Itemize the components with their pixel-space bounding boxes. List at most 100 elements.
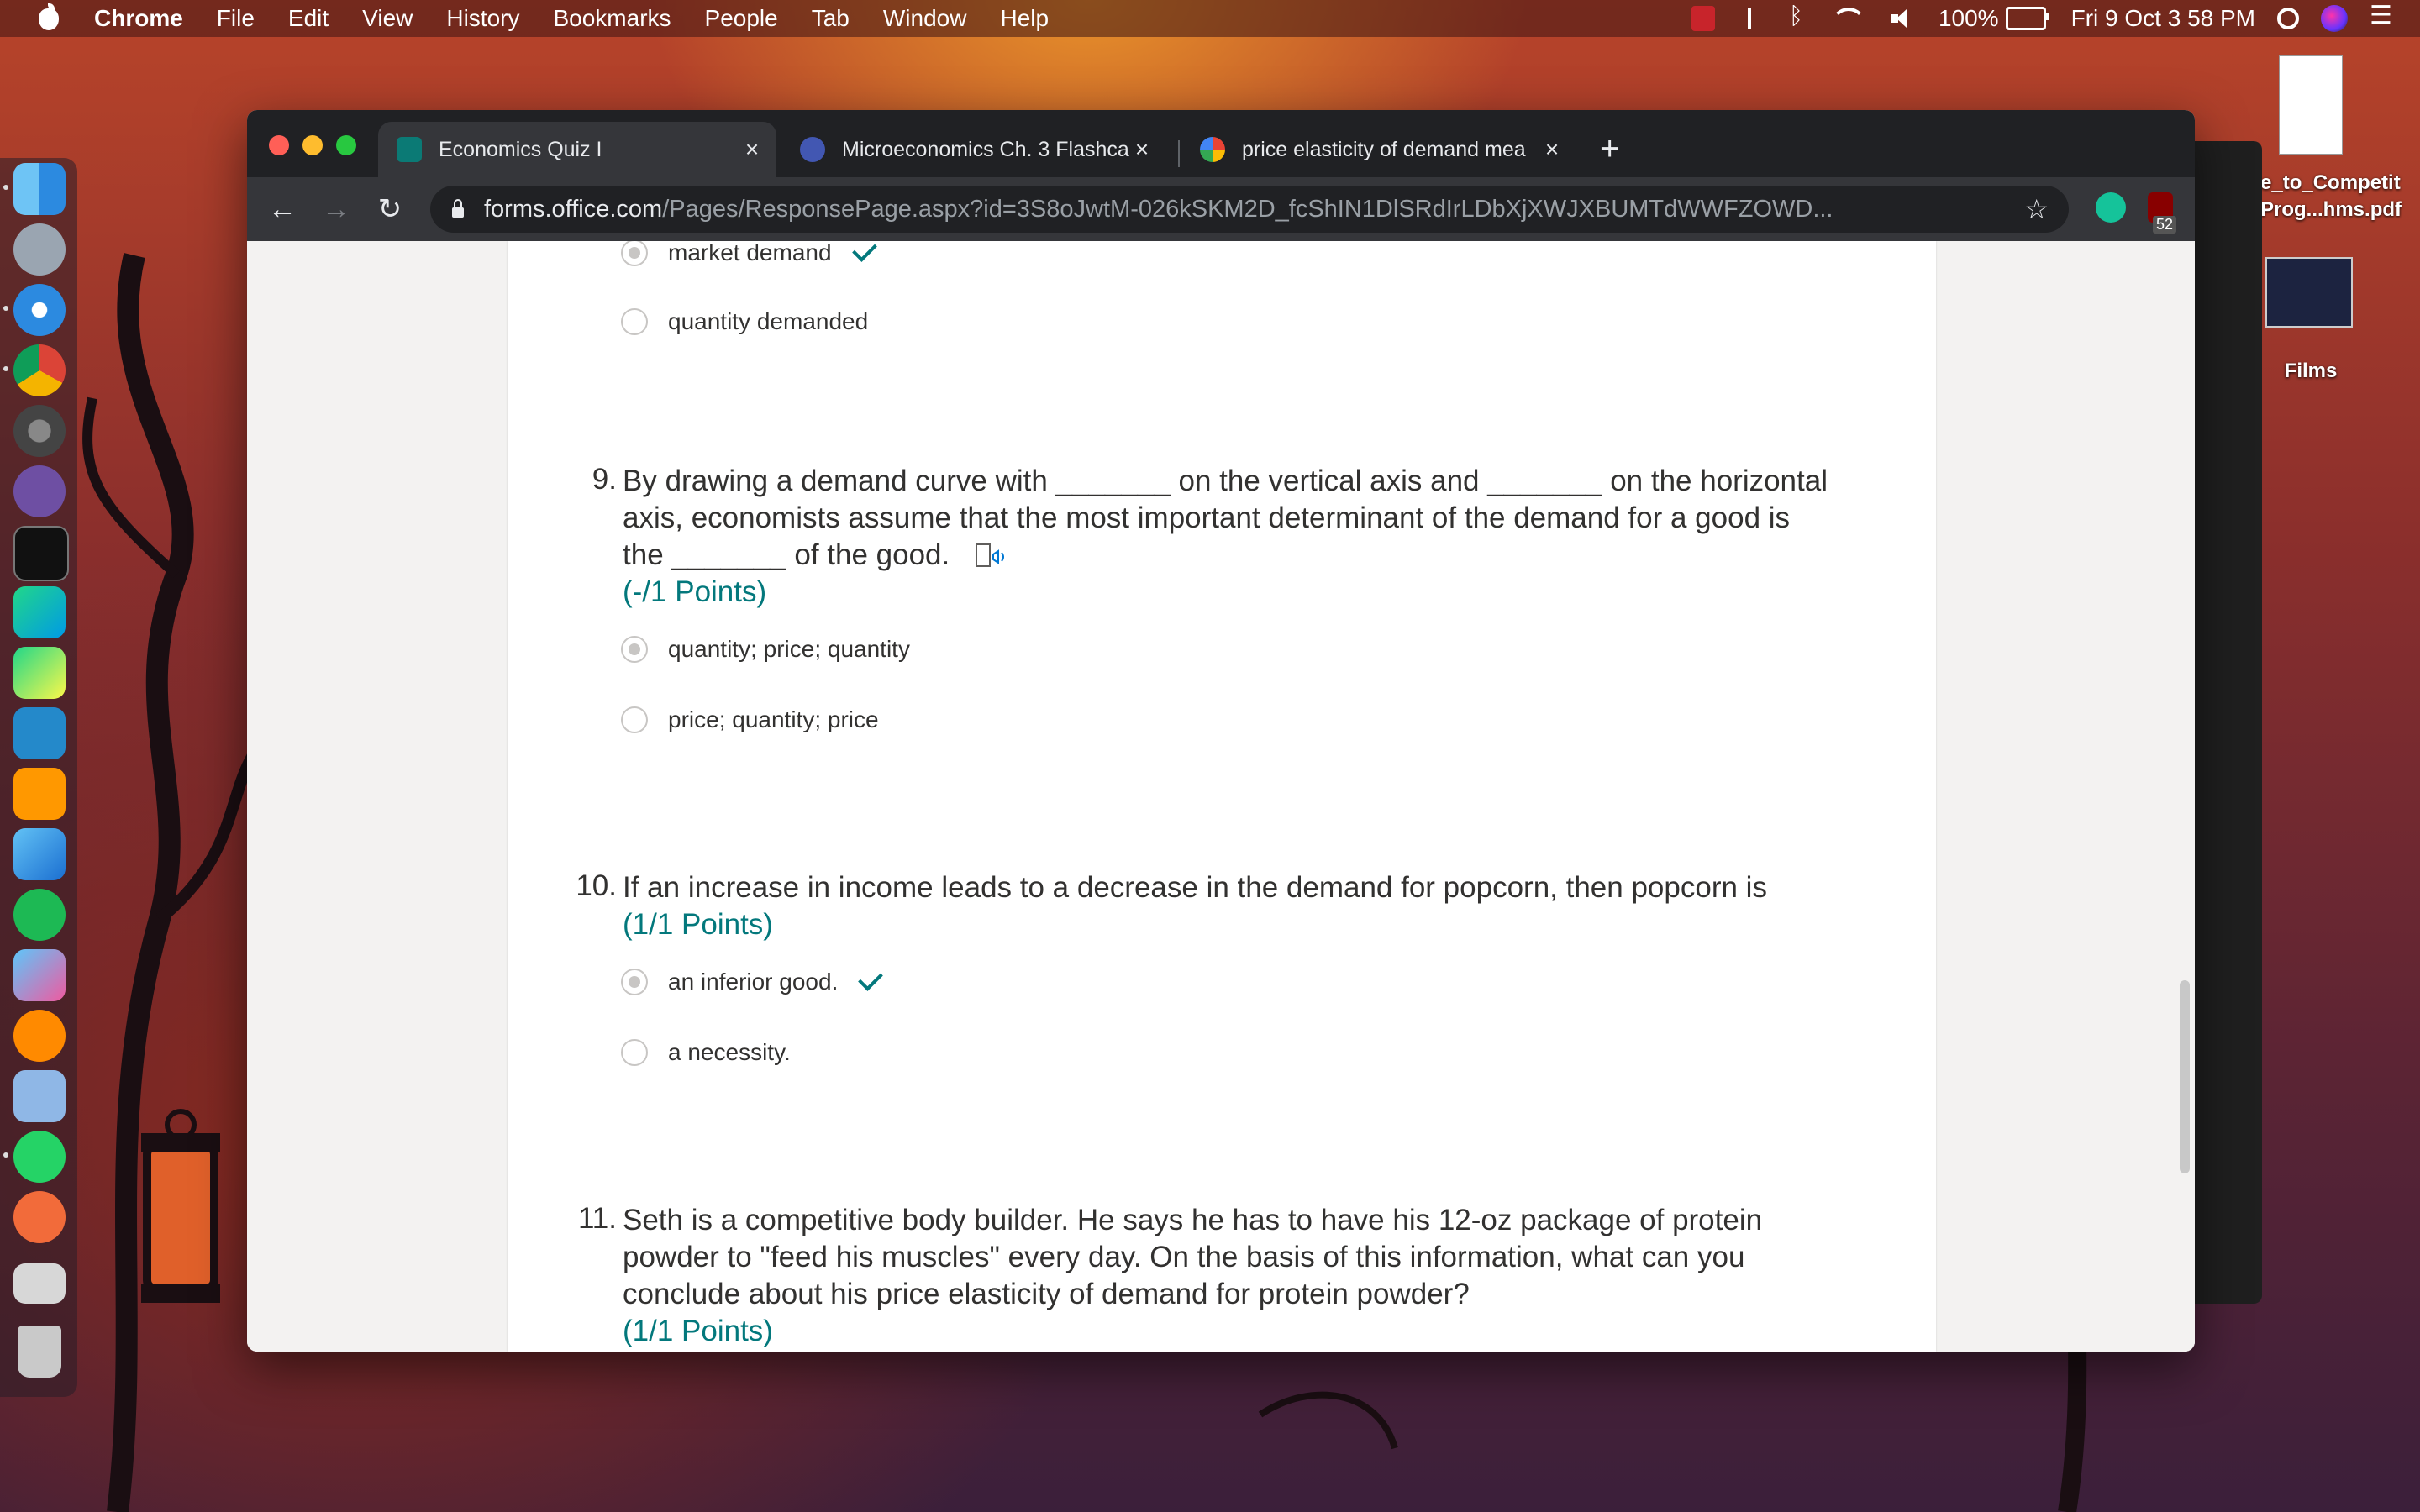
status-area: 100% Fri 9 Oct 3 58 PM bbox=[1670, 0, 2395, 37]
question-11-text: Seth is a competitive body builder. He s… bbox=[623, 1204, 1763, 1310]
close-window-button[interactable] bbox=[269, 135, 289, 155]
github-icon[interactable] bbox=[13, 465, 66, 517]
radio-button-selected[interactable] bbox=[621, 636, 648, 663]
bluetooth-icon[interactable] bbox=[1784, 3, 1809, 31]
question-text: Seth is a competitive body builder. He s… bbox=[623, 1202, 1833, 1350]
volume-icon[interactable] bbox=[1888, 6, 1913, 31]
desktop-pdf-label-1: e_to_Competit bbox=[2260, 171, 2401, 194]
new-tab-plus-icon[interactable]: + bbox=[1600, 132, 1619, 165]
dock bbox=[0, 158, 77, 1397]
films-thumbnail-icon bbox=[2265, 257, 2353, 328]
desktop-pdf-label-2: Prog...hms.pdf bbox=[2260, 198, 2402, 221]
page-scrollbar[interactable] bbox=[2175, 241, 2195, 1352]
close-tab-icon[interactable]: × bbox=[1539, 136, 1565, 163]
dock-running-dot bbox=[3, 306, 8, 311]
desktop-films-folder[interactable]: Films bbox=[2260, 249, 2361, 391]
menu-tab[interactable]: Tab bbox=[812, 5, 850, 32]
question-text: If an increase in income leads to a decr… bbox=[623, 869, 1833, 943]
pdf-thumbnail-icon bbox=[2279, 55, 2343, 155]
clion-icon[interactable] bbox=[13, 586, 66, 638]
chrome-icon[interactable] bbox=[13, 344, 66, 396]
forward-arrow-icon[interactable]: → bbox=[319, 192, 353, 226]
answer-option[interactable]: quantity; price; quantity bbox=[621, 633, 910, 666]
updown-arrow-icon[interactable] bbox=[1737, 6, 1762, 31]
menu-edit[interactable]: Edit bbox=[288, 5, 329, 32]
radio-button[interactable] bbox=[621, 308, 648, 335]
menu-bookmarks[interactable]: Bookmarks bbox=[553, 5, 671, 32]
battery-percent[interactable]: 100% bbox=[1939, 5, 1999, 32]
spotlight-search-icon[interactable] bbox=[2277, 8, 2299, 29]
menu-people[interactable]: People bbox=[705, 5, 778, 32]
notification-center-icon[interactable] bbox=[2370, 1, 2395, 31]
immersive-reader-icon[interactable] bbox=[975, 543, 1008, 571]
menu-window[interactable]: Window bbox=[883, 5, 967, 32]
radio-button[interactable] bbox=[621, 1039, 648, 1066]
bookmark-star-icon[interactable]: ☆ bbox=[2024, 193, 2049, 225]
quizlet-icon bbox=[800, 137, 825, 162]
tab-title: Microeconomics Ch. 3 Flashcar bbox=[842, 137, 1129, 161]
question-number: 11. bbox=[577, 1202, 617, 1235]
menu-help[interactable]: Help bbox=[1000, 5, 1049, 32]
answer-option[interactable]: price; quantity; price bbox=[621, 703, 879, 737]
siri-icon[interactable] bbox=[2321, 5, 2348, 32]
answer-option[interactable]: market demand bbox=[621, 241, 877, 270]
menu-view[interactable]: View bbox=[362, 5, 413, 32]
mcafee-icon[interactable] bbox=[1691, 6, 1715, 31]
scanner-icon[interactable] bbox=[13, 1263, 66, 1304]
sublime-icon[interactable] bbox=[13, 768, 66, 820]
clock[interactable]: Fri 9 Oct 3 58 PM bbox=[2071, 5, 2255, 32]
tab-title: price elasticity of demand mea bbox=[1242, 137, 1526, 161]
menu-file[interactable]: File bbox=[217, 5, 255, 32]
page-viewport: market demand quantity demanded 9. By dr… bbox=[247, 241, 2195, 1352]
question-points: (1/1 Points) bbox=[623, 908, 773, 941]
radio-button-selected[interactable] bbox=[621, 241, 648, 266]
terminal-icon[interactable] bbox=[13, 526, 69, 581]
tab-separator bbox=[1178, 140, 1180, 167]
books-icon[interactable] bbox=[13, 1010, 66, 1062]
music-icon[interactable] bbox=[13, 949, 66, 1001]
apple-menu-icon[interactable] bbox=[32, 2, 66, 35]
scrollbar-thumb[interactable] bbox=[2180, 980, 2190, 1173]
finder-icon[interactable] bbox=[13, 163, 66, 215]
safari-icon[interactable] bbox=[13, 284, 66, 336]
vscode-icon[interactable] bbox=[13, 707, 66, 759]
lock-icon[interactable] bbox=[452, 199, 464, 218]
answer-option[interactable]: an inferior good. bbox=[621, 965, 884, 999]
grammarly-icon[interactable] bbox=[2096, 192, 2126, 223]
battery-icon[interactable] bbox=[2005, 7, 2049, 30]
pencil-app-icon[interactable] bbox=[13, 1191, 66, 1243]
reload-icon[interactable]: ↻ bbox=[373, 192, 407, 226]
back-arrow-icon[interactable]: ← bbox=[266, 192, 299, 226]
pycharm-icon[interactable] bbox=[13, 647, 66, 699]
close-tab-icon[interactable]: × bbox=[1129, 136, 1155, 163]
option-label: a necessity. bbox=[668, 1039, 791, 1065]
menu-app-name[interactable]: Chrome bbox=[94, 5, 183, 32]
minimize-window-button[interactable] bbox=[302, 135, 323, 155]
chrome-window: Economics Quiz I × Microeconomics Ch. 3 … bbox=[247, 110, 2195, 1352]
xcode-icon[interactable] bbox=[13, 828, 66, 880]
menu-history[interactable]: History bbox=[446, 5, 519, 32]
launchpad-icon[interactable] bbox=[13, 223, 66, 276]
browser-toolbar: ← → ↻ forms.office.com /Pages/ResponsePa… bbox=[247, 177, 2195, 241]
answer-option[interactable]: quantity demanded bbox=[621, 305, 868, 339]
whatsapp-icon[interactable] bbox=[13, 1131, 66, 1183]
question-9-text: By drawing a demand curve with _______ o… bbox=[623, 465, 1828, 571]
option-label: quantity; price; quantity bbox=[668, 636, 910, 662]
tab-microeconomics-flashcards[interactable]: Microeconomics Ch. 3 Flashcar × bbox=[781, 122, 1166, 177]
radio-button[interactable] bbox=[621, 706, 648, 733]
answer-option[interactable]: a necessity. bbox=[621, 1036, 791, 1069]
tab-price-elasticity-search[interactable]: price elasticity of demand mea × bbox=[1181, 122, 1576, 177]
tab-economics-quiz[interactable]: Economics Quiz I × bbox=[378, 122, 776, 177]
address-bar[interactable]: forms.office.com /Pages/ResponsePage.asp… bbox=[430, 186, 2069, 233]
system-preferences-icon[interactable] bbox=[13, 405, 66, 457]
maximize-window-button[interactable] bbox=[336, 135, 356, 155]
radio-button-selected[interactable] bbox=[621, 969, 648, 995]
menu-bar: Chrome File Edit View History Bookmarks … bbox=[0, 0, 2420, 37]
question-points: (1/1 Points) bbox=[623, 1315, 773, 1347]
background-window-edge bbox=[2195, 141, 2262, 1304]
spotify-icon[interactable] bbox=[13, 889, 66, 941]
close-tab-icon[interactable]: × bbox=[739, 136, 765, 163]
preview-icon[interactable] bbox=[13, 1070, 66, 1122]
desktop-pdf-file[interactable]: e_to_Competit Prog...hms.pdf bbox=[2260, 54, 2420, 222]
trash-icon[interactable] bbox=[18, 1326, 61, 1378]
